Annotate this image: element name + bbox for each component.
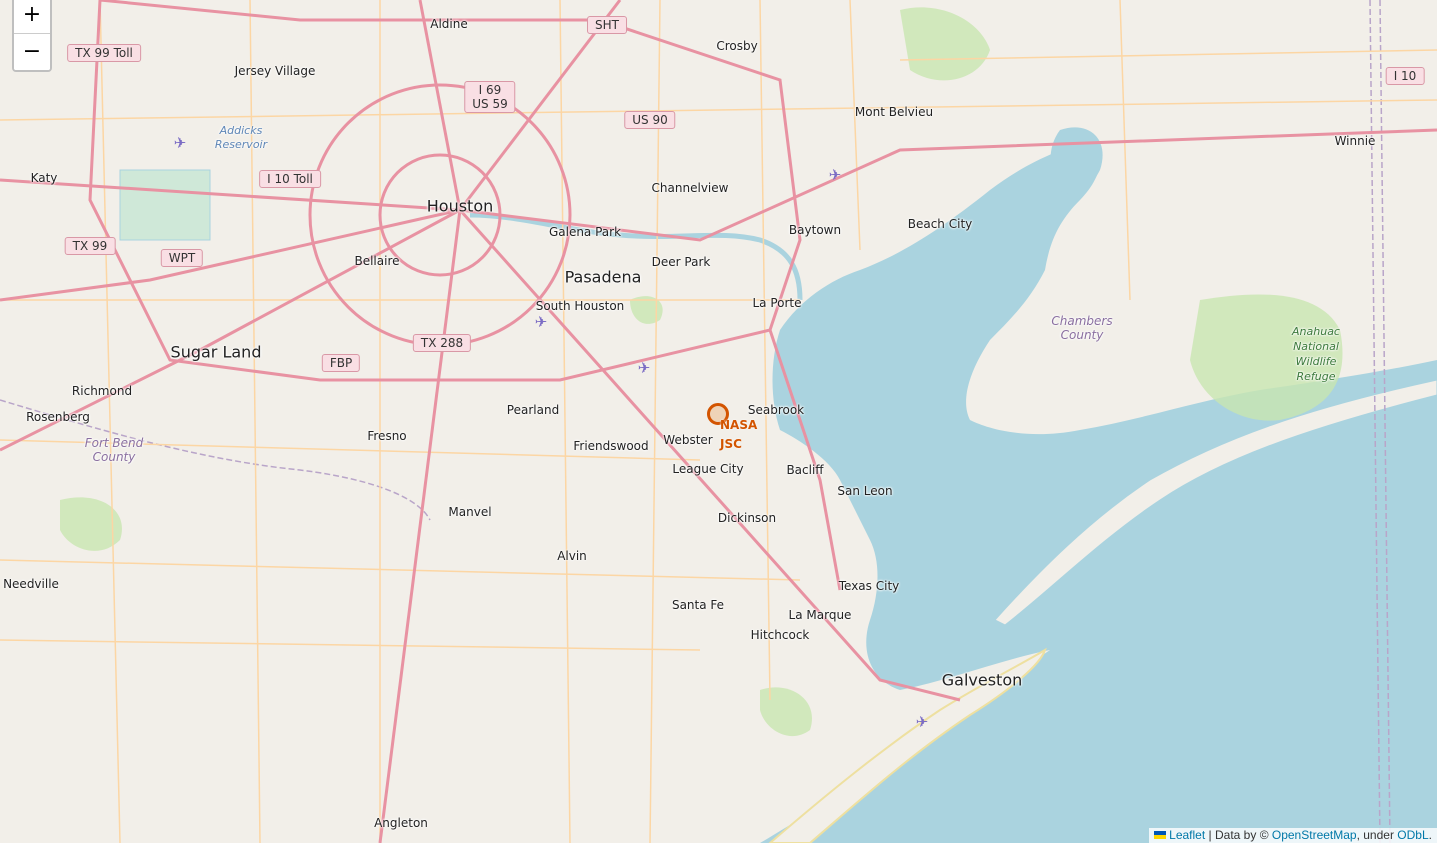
shield-i10: I 10 (1385, 67, 1425, 85)
osm-link[interactable]: OpenStreetMap (1272, 828, 1357, 842)
place-dickinson: Dickinson (717, 511, 777, 525)
attribution-separator: | (1208, 828, 1212, 842)
refuge-line4: Refuge (1296, 370, 1336, 383)
place-fresno: Fresno (367, 429, 407, 443)
airport-icon: ✈ (173, 134, 187, 152)
attribution-under: , under (1356, 828, 1394, 842)
place-alvin: Alvin (557, 549, 587, 563)
region-fort-bend-line1: Fort Bend (84, 436, 144, 450)
region-fort-bend: Fort Bend County (85, 436, 144, 464)
place-santa-fe: Santa Fe (671, 598, 725, 612)
region-chambers: Chambers County (1051, 314, 1112, 342)
place-friendswood: Friendswood (573, 439, 649, 453)
addicks-line2: Reservoir (214, 138, 268, 151)
place-webster: Webster (663, 433, 713, 447)
shield-tx99-toll: TX 99 Toll (67, 44, 141, 62)
addicks-line1: Addicks (219, 124, 263, 137)
shield-wpt: WPT (160, 249, 204, 267)
place-manvel: Manvel (448, 505, 492, 519)
attribution: Leaflet | Data by © OpenStreetMap, under… (1149, 828, 1437, 843)
shield-us59: US 59 (472, 97, 508, 111)
place-bacliff: Bacliff (786, 463, 824, 477)
place-deer-park: Deer Park (651, 255, 711, 269)
place-katy: Katy (30, 171, 58, 185)
airport-icon: ✈ (828, 166, 842, 184)
region-chambers-line1: Chambers (1051, 314, 1113, 328)
map-canvas[interactable]: Houston Pasadena Sugar Land Galveston Al… (0, 0, 1437, 843)
place-angleton: Angleton (374, 816, 428, 830)
nasa-jsc-label-line1: NASA (720, 418, 758, 432)
region-fort-bend-line2: County (92, 450, 136, 464)
place-texas-city: Texas City (838, 579, 900, 593)
place-la-marque: La Marque (788, 608, 852, 622)
place-south-houston: South Houston (535, 299, 625, 313)
flag-icon (1154, 831, 1167, 839)
nasa-jsc-label: NASA JSC (720, 416, 757, 454)
place-pearland: Pearland (506, 403, 560, 417)
attribution-data-by: Data by © (1215, 828, 1269, 842)
refuge-line2: National (1293, 340, 1339, 353)
place-aldine: Aldine (430, 17, 468, 31)
shield-sht: SHT (587, 16, 627, 34)
place-bellaire: Bellaire (354, 254, 400, 268)
shield-i69-us59: I 69 US 59 (464, 81, 516, 113)
place-hitchcock: Hitchcock (750, 628, 810, 642)
zoom-out-button[interactable]: − (14, 33, 50, 70)
place-galveston: Galveston (941, 670, 1023, 690)
airport-icon: ✈ (637, 359, 651, 377)
place-beach-city: Beach City (907, 217, 973, 231)
shield-fbp: FBP (321, 354, 361, 372)
zoom-in-button[interactable]: + (14, 0, 50, 33)
shield-tx99: TX 99 (64, 237, 116, 255)
place-pasadena: Pasadena (564, 267, 642, 287)
odbl-link[interactable]: ODbL (1397, 828, 1428, 842)
refuge-line3: Wildlife (1295, 355, 1337, 368)
anahuac-refuge-label: Anahuac National Wildlife Refuge (1292, 324, 1340, 384)
place-needville: Needville (3, 577, 59, 591)
addicks-reservoir-label: Addicks Reservoir (215, 124, 267, 152)
place-channelview: Channelview (651, 181, 729, 195)
place-richmond: Richmond (71, 384, 133, 398)
place-houston: Houston (426, 196, 494, 216)
place-baytown: Baytown (788, 223, 842, 237)
shield-us90: US 90 (624, 111, 676, 129)
shield-i69: I 69 (478, 83, 502, 97)
place-galena-park: Galena Park (548, 225, 622, 239)
place-league-city: League City (672, 462, 744, 476)
place-la-porte: La Porte (752, 296, 802, 310)
ship-channel (469, 212, 803, 301)
shield-i10-toll: I 10 Toll (259, 170, 321, 188)
place-mont-belvieu: Mont Belvieu (854, 105, 934, 119)
airport-icon: ✈ (534, 313, 548, 331)
place-jersey-village: Jersey Village (234, 64, 316, 78)
airport-icon: ✈ (915, 713, 929, 731)
addicks-reservoir (119, 169, 211, 241)
zoom-control: + − (12, 0, 52, 72)
region-chambers-line2: County (1060, 328, 1104, 342)
trinity-bay (1050, 127, 1103, 194)
refuge-line1: Anahuac (1292, 325, 1340, 338)
nasa-jsc-label-line2: JSC (720, 437, 742, 451)
place-rosenberg: Rosenberg (26, 410, 90, 424)
place-seabrook: Seabrook (747, 403, 805, 417)
place-sugar-land: Sugar Land (170, 342, 262, 362)
leaflet-link[interactable]: Leaflet (1169, 828, 1205, 842)
shield-tx288: TX 288 (412, 334, 472, 352)
place-san-leon: San Leon (837, 484, 893, 498)
place-crosby: Crosby (716, 39, 758, 53)
place-winnie: Winnie (1334, 134, 1376, 148)
attribution-end: . (1428, 828, 1432, 842)
